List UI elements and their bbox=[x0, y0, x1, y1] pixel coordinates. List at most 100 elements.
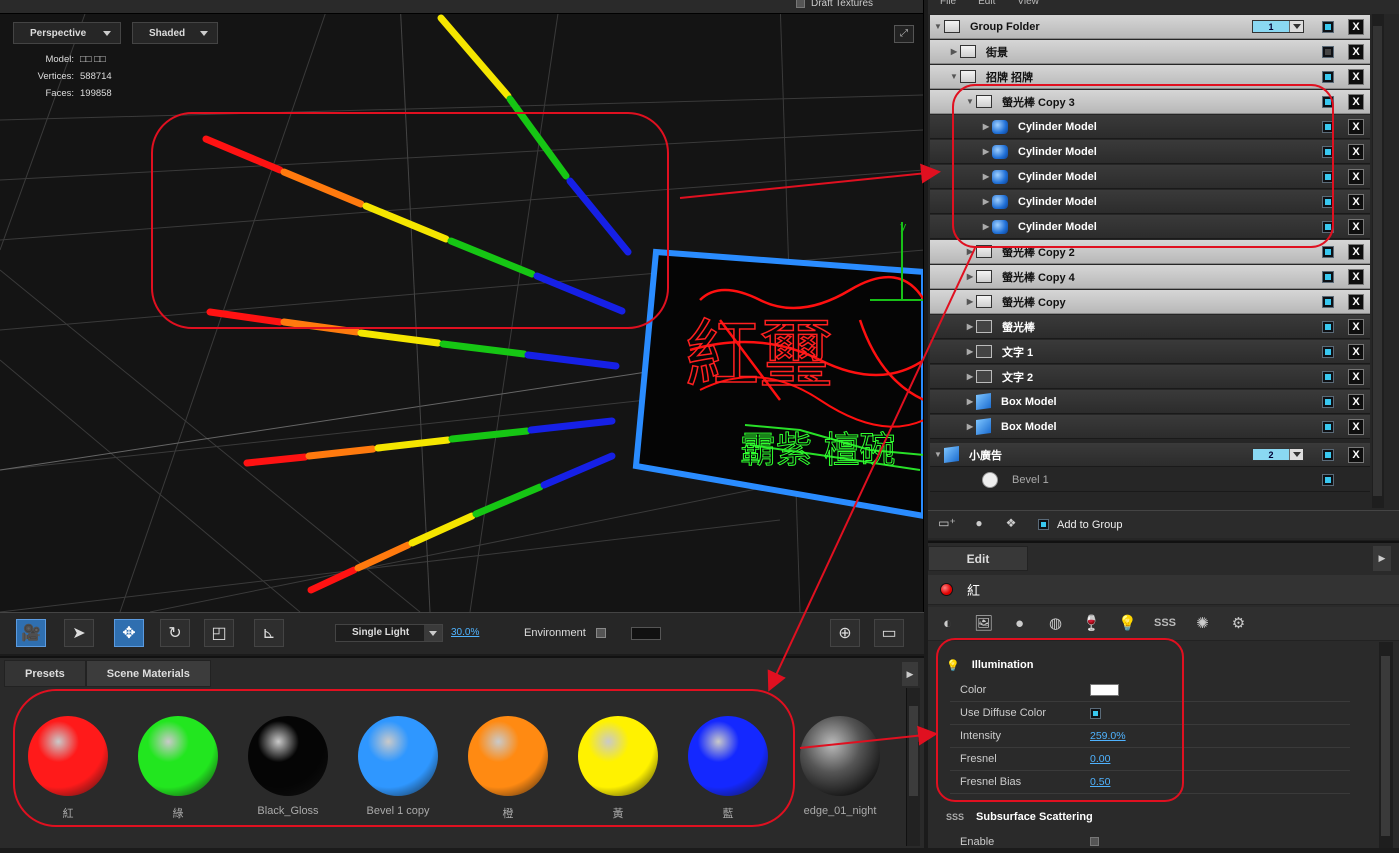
expand-toggle-icon[interactable]: ▶ bbox=[980, 197, 992, 206]
expand-toggle-icon[interactable]: ▶ bbox=[980, 172, 992, 181]
delete-icon[interactable]: X bbox=[1348, 119, 1364, 135]
delete-icon[interactable]: X bbox=[1348, 244, 1364, 260]
visibility-toggle[interactable] bbox=[1322, 421, 1334, 433]
expand-toggle-icon[interactable]: ▶ bbox=[964, 347, 976, 356]
expand-toggle-icon[interactable]: ▶ bbox=[980, 122, 992, 131]
glass-channel-icon[interactable]: 🍷 bbox=[1080, 612, 1103, 635]
draft-textures-checkbox[interactable] bbox=[796, 0, 805, 8]
tree-row[interactable]: ▶ Cylinder Model X bbox=[930, 115, 1370, 139]
axis-tool-icon[interactable]: ⊾ bbox=[254, 619, 284, 647]
expand-toggle-icon[interactable]: ▶ bbox=[964, 247, 976, 256]
visibility-toggle[interactable] bbox=[1322, 121, 1334, 133]
visibility-toggle[interactable] bbox=[1322, 371, 1334, 383]
delete-icon[interactable]: X bbox=[1348, 219, 1364, 235]
material-swatch[interactable]: 黃 bbox=[568, 716, 668, 821]
settings-gear-icon[interactable]: ⚙ bbox=[1227, 612, 1250, 635]
delete-icon[interactable]: X bbox=[1348, 294, 1364, 310]
visibility-toggle[interactable] bbox=[1322, 396, 1334, 408]
maximize-viewport-icon[interactable]: ⤢ bbox=[894, 25, 914, 43]
intensity-value[interactable]: 259.0% bbox=[1090, 730, 1126, 742]
rotate-tool-icon[interactable]: ↻ bbox=[160, 619, 190, 647]
illumination-channel-icon[interactable]: 💡 bbox=[1116, 612, 1139, 635]
tree-row[interactable]: ▶ Cylinder Model X bbox=[930, 215, 1370, 239]
material-sphere-icon[interactable]: ● bbox=[968, 516, 990, 534]
visibility-toggle[interactable] bbox=[1322, 46, 1334, 58]
tab-scene-materials[interactable]: Scene Materials bbox=[85, 660, 211, 687]
light-intensity-link[interactable]: 30.0% bbox=[451, 627, 479, 638]
material-swatch[interactable]: 綠 bbox=[128, 716, 228, 821]
sss-channel-icon[interactable]: SSS bbox=[1152, 612, 1178, 635]
visibility-toggle[interactable] bbox=[1322, 171, 1334, 183]
shade-mode-dropdown[interactable]: Shaded bbox=[132, 22, 218, 44]
3d-viewport[interactable]: 紅璽 霸紫 檀碗 y Draft Textures Perspective Sh… bbox=[0, 0, 924, 612]
bump-channel-icon[interactable]: ✺ bbox=[1191, 612, 1214, 635]
visibility-toggle[interactable] bbox=[1322, 474, 1334, 486]
tree-row[interactable]: Bevel 1 bbox=[930, 468, 1370, 492]
visibility-toggle[interactable] bbox=[1322, 196, 1334, 208]
visibility-toggle[interactable] bbox=[1322, 321, 1334, 333]
expand-toggle-icon[interactable]: ▶ bbox=[980, 222, 992, 231]
panel-arrow-icon[interactable]: ▶ bbox=[902, 662, 918, 686]
add-to-group-toggle[interactable]: Add to Group bbox=[1038, 519, 1122, 531]
fresnel-bias-value[interactable]: 0.50 bbox=[1090, 776, 1110, 788]
edit-scrollbar[interactable] bbox=[1379, 642, 1393, 848]
target-icon[interactable]: ⊕ bbox=[830, 619, 860, 647]
expand-toggle-icon[interactable]: ▶ bbox=[980, 147, 992, 156]
sss-enable-checkbox[interactable] bbox=[1090, 837, 1099, 846]
expand-toggle-icon[interactable]: ▶ bbox=[964, 422, 976, 431]
menu-file[interactable]: File bbox=[940, 0, 956, 14]
expand-toggle-icon[interactable]: ▼ bbox=[964, 97, 976, 106]
delete-icon[interactable]: X bbox=[1348, 344, 1364, 360]
tree-row[interactable]: ▼ 招牌 招牌 X bbox=[930, 65, 1370, 89]
delete-icon[interactable]: X bbox=[1348, 144, 1364, 160]
delete-icon[interactable]: X bbox=[1348, 19, 1364, 35]
tree-row[interactable]: ▶ Box Model X bbox=[930, 415, 1370, 439]
tree-row[interactable]: ▶ Cylinder Model X bbox=[930, 140, 1370, 164]
delete-icon[interactable]: X bbox=[1348, 419, 1364, 435]
material-swatch[interactable]: edge_01_night bbox=[790, 716, 890, 817]
group-count-dropdown[interactable]: 1 bbox=[1252, 20, 1304, 33]
visibility-toggle[interactable] bbox=[1322, 71, 1334, 83]
visibility-toggle[interactable] bbox=[1322, 346, 1334, 358]
tree-row[interactable]: ▶ 文字 1 X bbox=[930, 340, 1370, 364]
tab-edit[interactable]: Edit bbox=[928, 546, 1028, 571]
expand-toggle-icon[interactable]: ▶ bbox=[964, 397, 976, 406]
tree-row[interactable]: ▶ 螢光棒 Copy 4 X bbox=[930, 265, 1370, 289]
light-dropdown[interactable]: Single Light bbox=[335, 624, 443, 642]
visibility-toggle[interactable] bbox=[1322, 246, 1334, 258]
visibility-toggle[interactable] bbox=[1322, 296, 1334, 308]
expand-toggle-icon[interactable]: ▶ bbox=[948, 47, 960, 56]
delete-icon[interactable]: X bbox=[1348, 394, 1364, 410]
tree-row[interactable]: ▶ 螢光棒 Copy X bbox=[930, 290, 1370, 314]
visibility-toggle[interactable] bbox=[1322, 221, 1334, 233]
tree-row[interactable]: ▶ Box Model X bbox=[930, 390, 1370, 414]
tree-row[interactable]: ▶ 街景 X bbox=[930, 40, 1370, 64]
tree-row[interactable]: ▶ 文字 2 X bbox=[930, 365, 1370, 389]
fresnel-value[interactable]: 0.00 bbox=[1090, 753, 1110, 765]
expand-toggle-icon[interactable]: ▶ bbox=[964, 322, 976, 331]
tree-row[interactable]: ▶ Cylinder Model X bbox=[930, 190, 1370, 214]
visibility-toggle[interactable] bbox=[1322, 21, 1334, 33]
diffuse-channel-icon[interactable]: ◐ bbox=[936, 612, 959, 635]
delete-icon[interactable]: X bbox=[1348, 69, 1364, 85]
add-to-group-checkbox[interactable] bbox=[1038, 519, 1049, 530]
reflection-channel-icon[interactable]: ◍ bbox=[1044, 612, 1067, 635]
visibility-toggle[interactable] bbox=[1322, 449, 1334, 461]
illumination-color-swatch[interactable] bbox=[1090, 684, 1119, 696]
use-diffuse-checkbox[interactable] bbox=[1090, 707, 1101, 719]
objects-icon[interactable]: ❖ bbox=[1000, 516, 1022, 534]
visibility-toggle[interactable] bbox=[1322, 96, 1334, 108]
material-swatch[interactable]: 紅 bbox=[18, 716, 118, 821]
panel-arrow-icon[interactable]: ▶ bbox=[1373, 546, 1391, 571]
material-swatch[interactable]: 藍 bbox=[678, 716, 778, 821]
illumination-section-header[interactable]: 💡 Illumination bbox=[946, 654, 1366, 676]
tree-row[interactable]: ▶ 螢光棒 X bbox=[930, 315, 1370, 339]
material-swatch[interactable]: Black_Gloss bbox=[238, 716, 338, 817]
group-count-dropdown[interactable]: 2 bbox=[1252, 448, 1304, 461]
material-scrollbar[interactable] bbox=[906, 688, 920, 846]
camera-tool-icon[interactable]: 🎥 bbox=[16, 619, 46, 647]
expand-toggle-icon[interactable]: ▶ bbox=[964, 372, 976, 381]
environment-color-swatch[interactable] bbox=[631, 627, 661, 640]
texture-channel-icon[interactable]: 🖼 bbox=[972, 612, 995, 635]
menu-view[interactable]: View bbox=[1017, 0, 1039, 14]
